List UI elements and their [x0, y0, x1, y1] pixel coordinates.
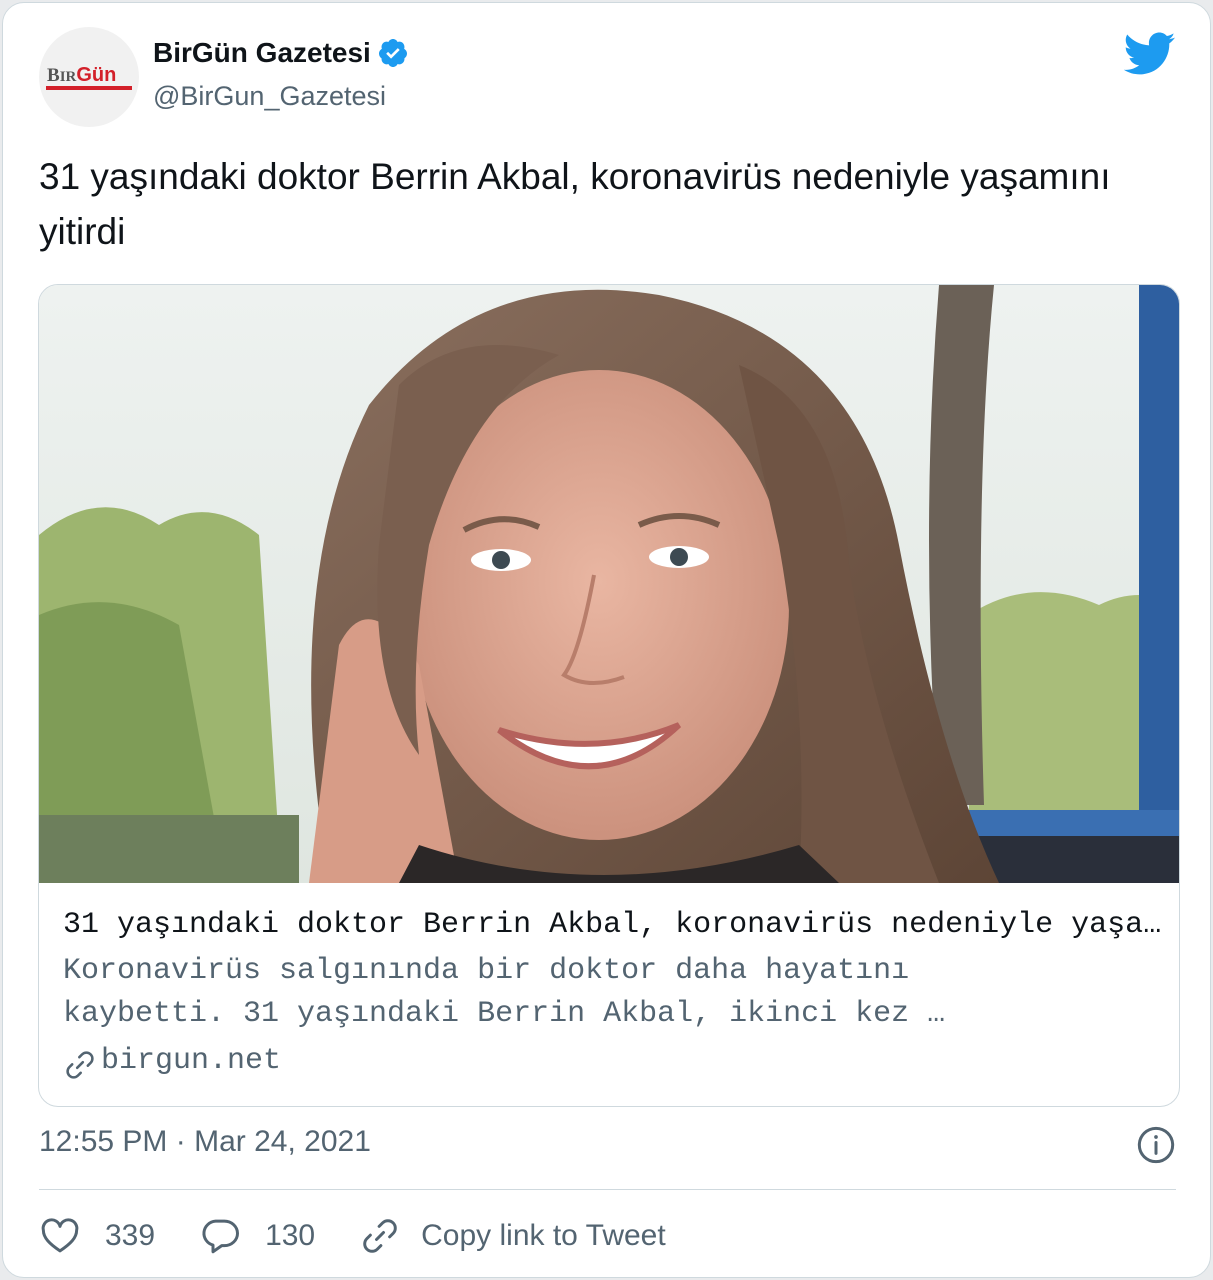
tweet-embed[interactable]: BIRGün BirGün Gazetesi @BirGun_Gazetesi … [2, 2, 1211, 1278]
card-description: Koronavirüs salgınında bir doktor daha h… [63, 950, 1163, 1036]
link-icon [363, 1219, 397, 1253]
reply-button[interactable]: 130 [199, 1215, 315, 1257]
card-title[interactable]: 31 yaşındaki doktor Berrin Akbal, korona… [63, 903, 1163, 947]
like-button[interactable]: 339 [39, 1215, 155, 1257]
reply-bubble-icon [202, 1219, 240, 1254]
info-icon[interactable] [1136, 1125, 1176, 1165]
tweet-text: 31 yaşındaki doktor Berrin Akbal, korona… [39, 156, 1111, 252]
verified-badge-icon [378, 39, 407, 67]
timestamp-separator: · [175, 1125, 186, 1158]
heart-icon [41, 1218, 79, 1253]
author-handle[interactable]: @BirGun_Gazetesi [153, 81, 386, 112]
tweet-timestamp[interactable]: 12:55 PM · Mar 24, 2021 [39, 1125, 371, 1159]
twitter-bird-icon[interactable] [1124, 31, 1176, 77]
link-icon [66, 1051, 94, 1079]
card-domain[interactable]: birgun.net [63, 1039, 1163, 1083]
logo-underline [46, 86, 132, 90]
link-preview-card[interactable]: 31 yaşındaki doktor Berrin Akbal, korona… [38, 284, 1180, 1107]
card-body: 31 yaşındaki doktor Berrin Akbal, korona… [63, 903, 1163, 1083]
divider [39, 1189, 1176, 1190]
author-name-row: BirGün Gazetesi [153, 37, 409, 69]
card-domain-text: birgun.net [101, 1044, 282, 1078]
copy-link-label: Copy link to Tweet [421, 1219, 666, 1252]
like-count: 339 [105, 1219, 156, 1252]
copy-link-button[interactable]: Copy link to Tweet [359, 1215, 666, 1257]
card-description-line: Koronavirüs salgınında bir doktor daha h… [63, 954, 910, 988]
display-name[interactable]: BirGün Gazetesi [153, 37, 371, 69]
birgun-logo: BIRGün [43, 62, 135, 92]
tweet-actions: 339 130 Copy link to Tweet [39, 1211, 710, 1261]
tweet-time: 12:55 PM [39, 1125, 168, 1158]
logo-text: BIRGün [47, 64, 117, 86]
tweet-date: Mar 24, 2021 [194, 1125, 371, 1158]
article-photo[interactable] [39, 285, 1180, 883]
reply-count: 130 [265, 1219, 316, 1252]
card-description-line: kaybetti. 31 yaşındaki Berrin Akbal, iki… [63, 997, 946, 1031]
avatar[interactable]: BIRGün [39, 27, 139, 127]
